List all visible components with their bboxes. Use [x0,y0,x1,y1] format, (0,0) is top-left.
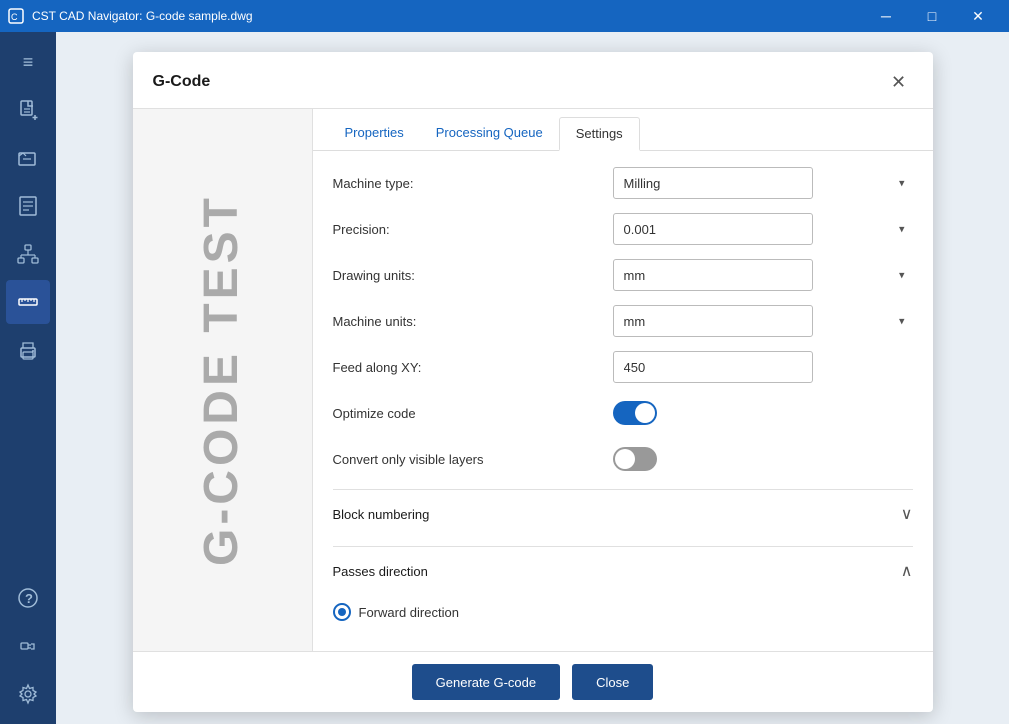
window-close-button[interactable]: ✕ [955,0,1001,32]
sidebar-hierarchy-icon[interactable] [6,232,50,276]
block-numbering-label: Block numbering [333,507,430,522]
block-numbering-chevron-icon: ∨ [901,504,913,524]
sidebar-menu-icon[interactable]: ≡ [6,40,50,84]
svg-text:C: C [11,12,18,22]
dialog: G-Code ✕ G-CODE TEST Properties Processi… [133,52,933,712]
settings-panel: Properties Processing Queue Settings Mac… [313,109,933,651]
dialog-body: G-CODE TEST Properties Processing Queue … [133,109,933,651]
forward-direction-label: Forward direction [359,605,459,620]
sidebar-plugin-icon[interactable] [6,624,50,668]
convert-visible-layers-control [613,447,913,471]
passes-direction-body: Forward direction [333,595,913,645]
precision-arrow-icon: ▾ [899,223,905,236]
sidebar-open-file-icon[interactable] [6,136,50,180]
passes-direction-section: Passes direction ∧ Forward direction [333,546,913,645]
maximize-button[interactable]: □ [909,0,955,32]
sidebar-help-icon[interactable]: ? [6,576,50,620]
sidebar-new-file-icon[interactable] [6,88,50,132]
convert-visible-layers-row: Convert only visible layers [333,443,913,475]
passes-direction-chevron-icon: ∧ [901,561,913,581]
dialog-footer: Generate G-code Close [133,651,933,712]
preview-text: G-CODE TEST [198,194,246,566]
convert-visible-layers-toggle-wrapper [613,447,913,471]
dialog-close-button[interactable]: ✕ [885,68,913,96]
block-numbering-section: Block numbering ∨ [333,489,913,538]
convert-visible-layers-toggle[interactable] [613,447,657,471]
convert-visible-layers-label: Convert only visible layers [333,452,613,467]
feed-along-xy-label: Feed along XY: [333,360,613,375]
machine-units-select-wrapper: mm cm inch ▾ [613,305,913,337]
convert-visible-layers-toggle-knob [615,449,635,469]
machine-units-arrow-icon: ▾ [899,315,905,328]
optimize-code-control [613,401,913,425]
feed-along-xy-control [613,351,913,383]
passes-direction-header[interactable]: Passes direction ∧ [333,547,913,595]
title-bar-left: C CST CAD Navigator: G-code sample.dwg [8,8,253,24]
machine-type-row: Machine type: Milling Laser Plasma 3D Pr… [333,167,913,199]
drawing-units-control: mm cm inch ▾ [613,259,913,291]
forward-direction-row: Forward direction [333,603,913,621]
drawing-units-label: Drawing units: [333,268,613,283]
machine-type-arrow-icon: ▾ [899,177,905,190]
drawing-units-row: Drawing units: mm cm inch ▾ [333,259,913,291]
preview-panel: G-CODE TEST [133,109,313,651]
svg-text:?: ? [25,591,33,606]
precision-select-wrapper: 0.001 0.01 0.1 1 ▾ [613,213,913,245]
tabs: Properties Processing Queue Settings [313,109,933,151]
dialog-title: G-Code [153,73,211,91]
tab-processing-queue[interactable]: Processing Queue [420,117,559,151]
close-button[interactable]: Close [572,664,653,700]
sidebar-bottom: ? [6,576,50,716]
machine-units-label: Machine units: [333,314,613,329]
machine-type-select-wrapper: Milling Laser Plasma 3D Printer ▾ [613,167,913,199]
feed-along-xy-row: Feed along XY: [333,351,913,383]
feed-along-xy-input[interactable] [613,351,813,383]
precision-select[interactable]: 0.001 0.01 0.1 1 [613,213,813,245]
optimize-code-row: Optimize code [333,397,913,429]
precision-control: 0.001 0.01 0.1 1 ▾ [613,213,913,245]
drawing-units-select[interactable]: mm cm inch [613,259,813,291]
machine-type-control: Milling Laser Plasma 3D Printer ▾ [613,167,913,199]
sidebar: ≡ [0,32,56,724]
block-numbering-header[interactable]: Block numbering ∨ [333,490,913,538]
machine-units-select[interactable]: mm cm inch [613,305,813,337]
precision-label: Precision: [333,222,613,237]
machine-units-row: Machine units: mm cm inch ▾ [333,305,913,337]
sidebar-document-icon[interactable] [6,184,50,228]
title-bar-controls: ─ □ ✕ [863,0,1001,32]
minimize-button[interactable]: ─ [863,0,909,32]
app-layout: ≡ [0,32,1009,724]
drawing-units-select-wrapper: mm cm inch ▾ [613,259,913,291]
tab-properties[interactable]: Properties [329,117,420,151]
optimize-code-label: Optimize code [333,406,613,421]
generate-gcode-button[interactable]: Generate G-code [412,664,560,700]
passes-direction-label: Passes direction [333,564,428,579]
content-area: G-Code ✕ G-CODE TEST Properties Processi… [56,32,1009,724]
app-icon: C [8,8,24,24]
sidebar-print-icon[interactable] [6,328,50,372]
tab-settings[interactable]: Settings [559,117,640,151]
precision-row: Precision: 0.001 0.01 0.1 1 ▾ [333,213,913,245]
machine-units-control: mm cm inch ▾ [613,305,913,337]
settings-content[interactable]: Machine type: Milling Laser Plasma 3D Pr… [313,151,933,651]
drawing-units-arrow-icon: ▾ [899,269,905,282]
optimize-code-toggle-wrapper [613,401,913,425]
machine-type-label: Machine type: [333,176,613,191]
optimize-code-toggle[interactable] [613,401,657,425]
machine-type-select[interactable]: Milling Laser Plasma 3D Printer [613,167,813,199]
sidebar-settings-icon[interactable] [6,672,50,716]
sidebar-ruler-icon[interactable] [6,280,50,324]
title-bar: C CST CAD Navigator: G-code sample.dwg ─… [0,0,1009,32]
optimize-code-toggle-knob [635,403,655,423]
dialog-header: G-Code ✕ [133,52,933,109]
forward-direction-radio[interactable] [333,603,351,621]
title-bar-text: CST CAD Navigator: G-code sample.dwg [32,9,253,23]
